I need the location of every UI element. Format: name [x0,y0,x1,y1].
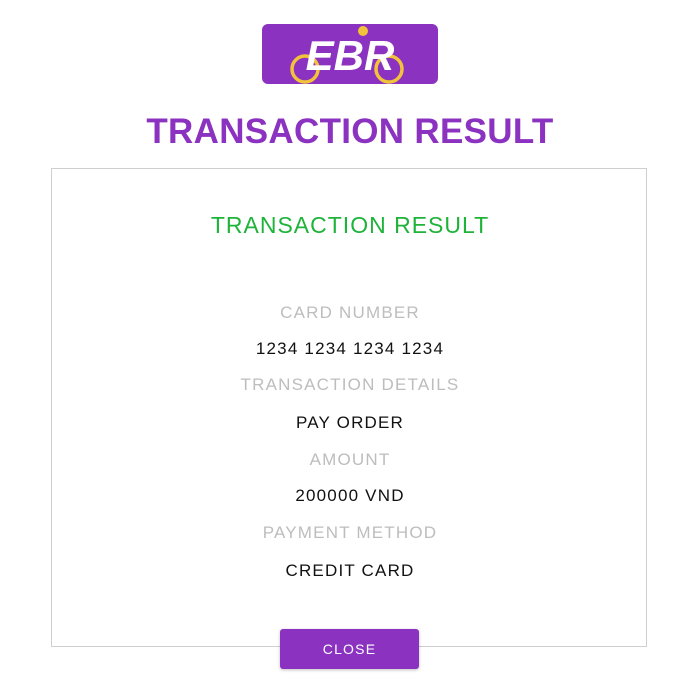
transaction-details-value: PAY ORDER [295,413,405,432]
amount-label: AMOUNT [309,450,391,469]
transaction-result-page: EBR TRANSACTION RESULT TRANSACTION RESUL… [0,0,700,700]
transaction-details-label: TRANSACTION DETAILS [240,375,460,394]
logo-text: EBR [306,32,395,79]
card-number-value: 1234 1234 1234 1234 [255,339,445,358]
amount-value: 200000 VND [295,486,405,505]
payment-method-value: CREDIT CARD [285,561,415,580]
bike-logo-icon: EBR [290,26,404,84]
ebr-logo: EBR [262,24,438,84]
close-button[interactable]: CLOSE [280,629,419,669]
page-title: TRANSACTION RESULT [146,112,554,151]
payment-method-label: PAYMENT METHOD [262,523,438,542]
card-title: TRANSACTION RESULT [210,212,490,238]
card-number-label: CARD NUMBER [280,303,420,322]
